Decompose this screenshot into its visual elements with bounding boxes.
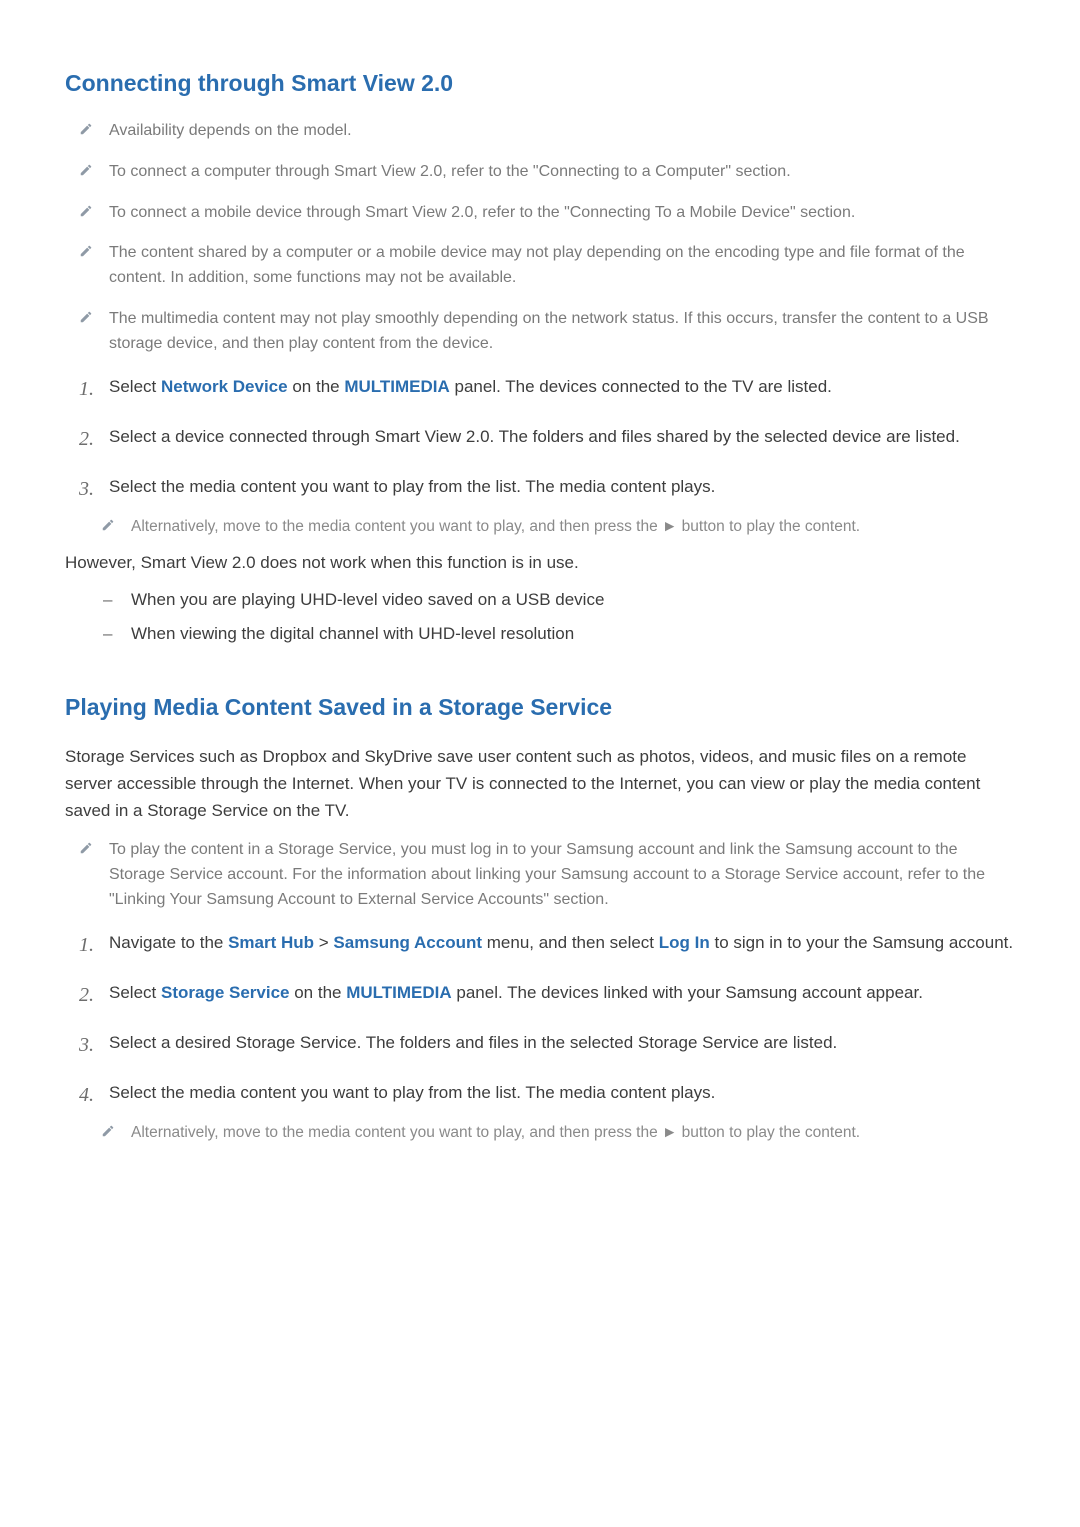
smart-view-steps: 1. Select Network Device on the MULTIMED… [65,373,1015,539]
keyword-log-in: Log In [659,933,710,952]
step-text: Navigate to the Smart Hub > Samsung Acco… [109,929,1013,961]
step-text: Select a device connected through Smart … [109,423,960,455]
note-item: Availability depends on the model. [79,119,1015,144]
pencil-icon [79,307,109,357]
step-item: 3. Select a desired Storage Service. The… [79,1029,1015,1061]
note-text: To connect a computer through Smart View… [109,160,791,185]
step-item: 1. Select Network Device on the MULTIMED… [79,373,1015,405]
note-text: To connect a mobile device through Smart… [109,201,855,226]
note-item: To play the content in a Storage Service… [79,838,1015,912]
step-text: Select Storage Service on the MULTIMEDIA… [109,979,923,1011]
pencil-icon [79,241,109,291]
sub-note: Alternatively, move to the media content… [101,1121,1015,1145]
step-item: 4. Select the media content you want to … [79,1079,1015,1111]
pencil-icon [101,515,131,539]
sub-note-text: Alternatively, move to the media content… [131,515,860,539]
keyword-multimedia: MULTIMEDIA [344,377,449,396]
step-item: 2. Select Storage Service on the MULTIME… [79,979,1015,1011]
pencil-icon [79,201,109,226]
step-text: Select the media content you want to pla… [109,1079,715,1111]
step-item: 3. Select the media content you want to … [79,473,1015,505]
step-text: Select a desired Storage Service. The fo… [109,1029,837,1061]
intro-paragraph: Storage Services such as Dropbox and Sky… [65,743,1015,825]
however-conditions: – When you are playing UHD-level video s… [65,590,1015,644]
storage-notes: To play the content in a Storage Service… [65,838,1015,912]
dash-text: When you are playing UHD-level video sav… [131,590,604,610]
pencil-icon [101,1121,131,1145]
dash-mark: – [103,624,131,644]
note-item: The content shared by a computer or a mo… [79,241,1015,291]
note-item: To connect a computer through Smart View… [79,160,1015,185]
section-heading-smart-view: Connecting through Smart View 2.0 [65,70,1015,97]
step-text: Select Network Device on the MULTIMEDIA … [109,373,832,405]
smart-view-notes: Availability depends on the model. To co… [65,119,1015,357]
step-item: 1. Navigate to the Smart Hub > Samsung A… [79,929,1015,961]
note-text: The content shared by a computer or a mo… [109,241,1015,291]
dash-text: When viewing the digital channel with UH… [131,624,574,644]
step-number: 2. [79,979,109,1011]
sub-note-text: Alternatively, move to the media content… [131,1121,860,1145]
keyword-smart-hub: Smart Hub [228,933,314,952]
step-text: Select the media content you want to pla… [109,473,715,505]
storage-steps: 1. Navigate to the Smart Hub > Samsung A… [65,929,1015,1145]
step-item: 2. Select a device connected through Sma… [79,423,1015,455]
keyword-storage-service: Storage Service [161,983,290,1002]
dash-mark: – [103,590,131,610]
note-text: The multimedia content may not play smoo… [109,307,1015,357]
step-number: 3. [79,1029,109,1061]
however-paragraph: However, Smart View 2.0 does not work wh… [65,549,1015,576]
keyword-multimedia: MULTIMEDIA [346,983,451,1002]
pencil-icon [79,160,109,185]
dash-item: – When viewing the digital channel with … [103,624,1015,644]
dash-item: – When you are playing UHD-level video s… [103,590,1015,610]
sub-note: Alternatively, move to the media content… [101,515,1015,539]
pencil-icon [79,119,109,144]
note-text: Availability depends on the model. [109,119,352,144]
step-number: 3. [79,473,109,505]
step-number: 1. [79,373,109,405]
step-number: 4. [79,1079,109,1111]
section-heading-storage-service: Playing Media Content Saved in a Storage… [65,694,1015,721]
note-item: The multimedia content may not play smoo… [79,307,1015,357]
pencil-icon [79,838,109,912]
note-text: To play the content in a Storage Service… [109,838,1015,912]
step-number: 1. [79,929,109,961]
note-item: To connect a mobile device through Smart… [79,201,1015,226]
keyword-network-device: Network Device [161,377,288,396]
step-number: 2. [79,423,109,455]
keyword-samsung-account: Samsung Account [333,933,482,952]
